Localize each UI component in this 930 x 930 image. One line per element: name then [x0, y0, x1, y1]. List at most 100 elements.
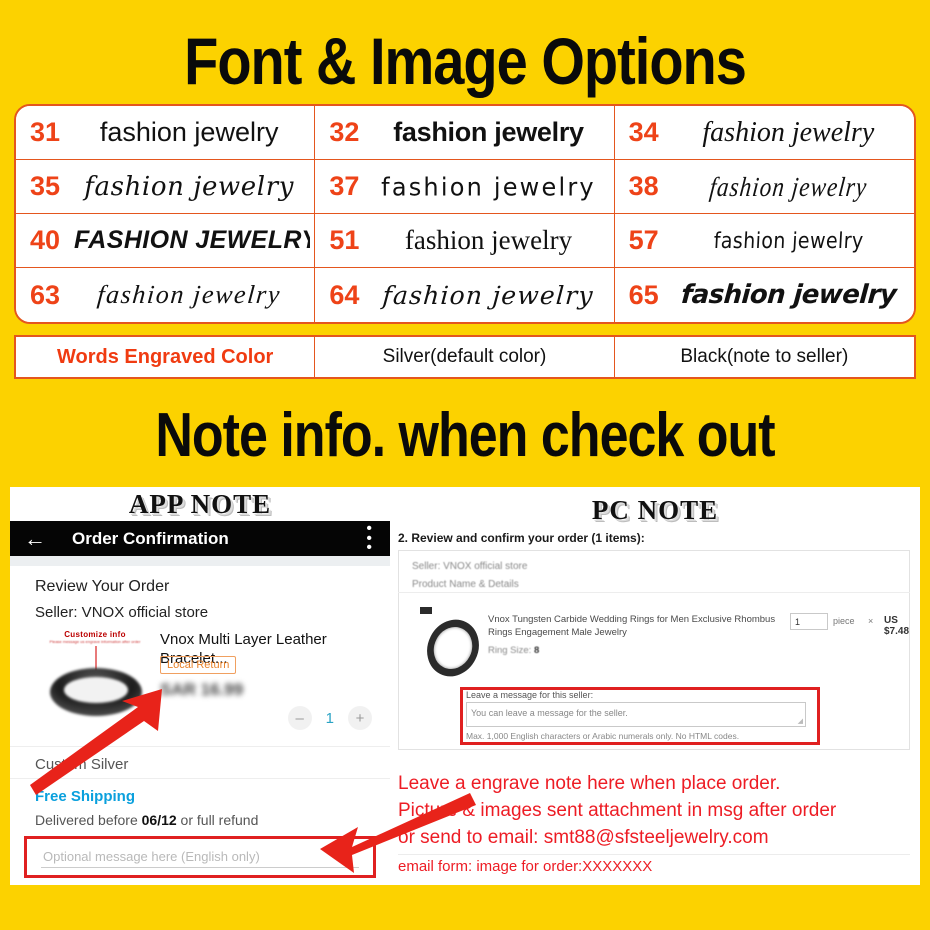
pc-note-title: PC NOTE — [591, 495, 719, 525]
font-number: 35 — [30, 171, 61, 201]
product-thumbnail[interactable]: Customize info Please message us engrave… — [40, 630, 150, 735]
input-underline — [41, 867, 359, 868]
delivery-prefix: Delivered before — [35, 812, 142, 828]
app-toolbar: ← Order Confirmation • • • — [10, 521, 390, 556]
engraved-color-option-black[interactable]: Black(note to seller) — [615, 337, 914, 377]
instruction-line-4-wrap: email form: image for order:XXXXXXX — [398, 858, 652, 875]
font-option-65[interactable]: 65 fashion jewelry — [614, 268, 914, 322]
engraved-color-label: Words Engraved Color — [16, 337, 316, 377]
font-option-31[interactable]: 31 fashion jewelry — [16, 106, 316, 160]
flag-icon — [420, 607, 432, 614]
app-note-title: APP NOTE — [128, 489, 272, 519]
pc-product-details-label: Product Name & Details — [412, 579, 519, 590]
pc-quantity-input[interactable]: 1 — [790, 613, 828, 630]
app-seller-name: Seller: VNOX official store — [35, 604, 209, 621]
instruction-line-3: or send to email: smt88@sfsteeljewelry.c… — [398, 827, 769, 848]
page-title-note: Note info. when check out — [155, 400, 775, 471]
engraved-color-table: Words Engraved Color Silver(default colo… — [14, 335, 916, 379]
font-number: 57 — [628, 225, 659, 255]
pc-unit-price: US $7.48 — [884, 615, 910, 637]
right-margin — [920, 487, 930, 892]
font-option-57[interactable]: 57 fashion jewelry — [614, 214, 914, 268]
app-product-price: SAR 16.99 — [160, 680, 244, 699]
font-sample: fashion jewelry — [712, 227, 864, 254]
font-sample: fashion jewelry — [84, 171, 295, 202]
instruction-line-4: email form: image for order:XXXXXXX — [398, 858, 653, 875]
font-sample: fashion jewelry — [679, 280, 897, 310]
pc-note-panel: PC NOTE 2. Review and confirm your order… — [390, 487, 920, 885]
font-option-35[interactable]: 35 fashion jewelry — [16, 160, 316, 214]
font-sample: FASHION JEWELRY — [74, 226, 311, 254]
pc-product-thumbnail[interactable] — [420, 607, 485, 685]
pc-message-textarea[interactable]: You can leave a message for the seller. … — [466, 702, 806, 727]
font-option-37[interactable]: 37 fashion jewelry — [315, 160, 615, 214]
font-option-63[interactable]: 63 fashion jewelry — [16, 268, 316, 322]
custom-silver-option: Custom Silver — [35, 756, 129, 773]
review-order-heading: Review Your Order — [35, 578, 170, 595]
pc-message-placeholder: You can leave a message for the seller. — [471, 708, 628, 718]
font-number: 63 — [30, 279, 61, 310]
delivery-suffix: or full refund — [176, 812, 259, 828]
font-number: 40 — [30, 225, 61, 255]
divider — [398, 854, 910, 855]
app-message-highlight-box: Optional message here (English only) — [24, 836, 376, 878]
page-title-fonts: Font & Image Options — [184, 23, 747, 98]
app-strip — [10, 556, 390, 566]
delivery-date: 06/12 — [141, 812, 177, 828]
pc-instructions: Leave a engrave note here when place ord… — [398, 770, 910, 851]
font-option-64[interactable]: 64 fashion jewelry — [315, 268, 615, 322]
app-note-panel: APP NOTE ← Order Confirmation • • • Review… — [10, 487, 390, 885]
free-shipping-label: Free Shipping — [35, 788, 136, 805]
font-sample: fashion jewelry — [393, 117, 584, 147]
app-toolbar-title: Order Confirmation — [72, 528, 229, 548]
pc-seller-name: Seller: VNOX official store — [412, 561, 528, 572]
font-option-34[interactable]: 34 fashion jewelry — [614, 106, 914, 160]
font-sample: fashion jewelry — [381, 280, 595, 310]
pc-times-symbol: × — [868, 616, 874, 626]
font-number: 34 — [628, 117, 659, 147]
font-number: 51 — [329, 225, 360, 255]
font-number: 31 — [30, 117, 61, 147]
font-sample: fashion jewelry — [707, 170, 869, 202]
font-sample: fashion jewelry — [404, 225, 573, 255]
ring-size-value: 8 — [533, 645, 540, 656]
pc-ring-size: Ring Size: 8 — [488, 645, 539, 656]
delivery-estimate: Delivered before 06/12 or full refund — [35, 812, 258, 828]
font-number: 64 — [329, 279, 360, 310]
pc-product-name[interactable]: Vnox Tungsten Carbide Wedding Rings for … — [488, 613, 788, 639]
checkout-screenshots: APP NOTE ← Order Confirmation • • • Review… — [10, 487, 920, 892]
left-margin — [0, 487, 10, 892]
divider — [10, 746, 390, 747]
pc-message-label: Leave a message for this seller: — [466, 690, 594, 700]
font-option-51[interactable]: 51 fashion jewelry — [315, 214, 615, 268]
app-message-input[interactable]: Optional message here (English only) — [43, 849, 260, 864]
font-sample: fashion jewelry — [99, 117, 279, 147]
font-option-40[interactable]: 40 FASHION JEWELRY — [16, 214, 316, 268]
font-sample: fashion jewelry — [381, 171, 596, 202]
pc-message-hint: Max. 1,000 English characters or Arabic … — [466, 731, 740, 741]
font-sample: fashion jewelry — [702, 116, 875, 148]
quantity-stepper[interactable]: – 1 + — [287, 706, 372, 730]
app-order-body: Review Your Order Seller: VNOX official … — [10, 566, 390, 885]
quantity-minus-button[interactable]: – — [287, 706, 312, 730]
instruction-line-1: Leave a engrave note here when place ord… — [398, 773, 781, 794]
font-option-38[interactable]: 38 fashion jewelry — [614, 160, 914, 214]
font-options-table: 31 fashion jewelry 32 fashion jewelry 34… — [14, 104, 916, 324]
pc-step-heading: 2. Review and confirm your order (1 item… — [398, 531, 645, 545]
customize-info-sub: Please message us engrave information af… — [49, 639, 141, 644]
promo-page: Font & Image Options 31 fashion jewelry … — [0, 0, 930, 930]
divider — [10, 778, 390, 779]
engraved-color-option-silver[interactable]: Silver(default color) — [315, 337, 615, 377]
font-number: 37 — [329, 171, 360, 201]
quantity-plus-button[interactable]: + — [348, 706, 372, 730]
font-sample: fashion jewelry — [96, 280, 283, 309]
font-number: 65 — [628, 279, 659, 310]
font-option-32[interactable]: 32 fashion jewelry — [315, 106, 615, 160]
resize-handle-icon[interactable]: ◢ — [798, 717, 803, 725]
more-options-icon[interactable]: • • • — [366, 521, 372, 556]
pc-unit-label: piece — [833, 616, 855, 626]
back-arrow-icon[interactable]: ← — [24, 527, 46, 550]
divider — [398, 592, 910, 593]
ring-size-label: Ring Size: — [488, 645, 532, 656]
bottom-margin — [0, 892, 930, 930]
